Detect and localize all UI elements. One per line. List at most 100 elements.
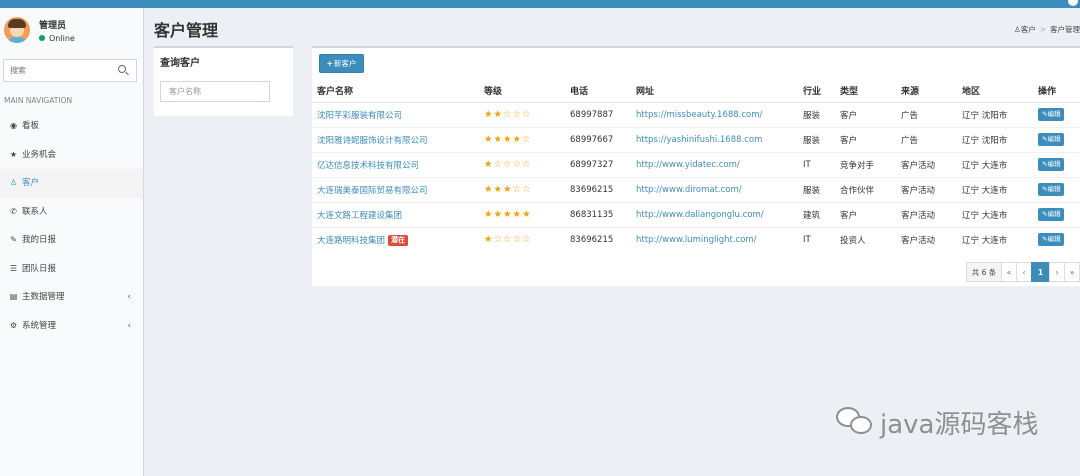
source-cell: 客户活动 <box>896 151 957 177</box>
phone-icon: ✆ <box>10 206 17 216</box>
query-title: 查询客户 <box>160 58 200 69</box>
star-rating: ★★★★☆ <box>484 134 532 145</box>
page-button-current[interactable]: 1 <box>1031 262 1050 282</box>
type-cell: 客户 <box>835 126 896 152</box>
table-row: 亿达信息技术科技有限公司 ★☆☆☆☆ 68997327 http://www.yida… <box>312 151 1080 177</box>
edit-button[interactable]: ✎编辑 <box>1038 133 1065 146</box>
customer-name-input[interactable] <box>161 82 269 101</box>
industry-cell: IT <box>798 226 835 252</box>
edit-button[interactable]: ✎编辑 <box>1038 183 1065 196</box>
action-cell: ✎编辑 <box>1033 201 1080 227</box>
sidebar-item-label: 主数据管理 <box>22 292 65 302</box>
action-cell: ✎编辑 <box>1033 226 1080 252</box>
industry-cell: IT <box>798 151 835 177</box>
sidebar-item-0[interactable]: ◉ 看板 <box>0 112 143 141</box>
last-page-button[interactable]: » <box>1064 262 1080 282</box>
breadcrumb-item-customers[interactable]: 客户 <box>1021 25 1036 34</box>
edit-button-label: 编辑 <box>1047 160 1061 168</box>
customer-name-link[interactable]: 沈阳雅诗妮服饰设计有限公司 <box>317 136 428 146</box>
customer-name-link[interactable]: 沈阳芊彩服装有限公司 <box>317 111 402 121</box>
user-status: Online <box>39 34 75 43</box>
action-cell: ✎编辑 <box>1033 126 1080 152</box>
edit-button-label: 编辑 <box>1047 235 1061 244</box>
user-status-label: Online <box>49 34 75 43</box>
sidebar-item-label: 看板 <box>22 121 40 131</box>
url-link[interactable]: http://www.daliangonglu.com/ <box>631 201 798 227</box>
sidebar-item-3[interactable]: ✆ 联系人 <box>0 198 143 227</box>
edit-button[interactable]: ✎编辑 <box>1038 233 1065 247</box>
sidebar-item-2[interactable]: ♙ 客户 <box>0 169 143 198</box>
customer-table: 客户名称 等级 电话 网址 行业 类型 来源 地区 操作 沈阳芊彩服装有限公司 ★★☆☆☆ 6899… <box>312 80 1080 252</box>
sidebar-item-label: 我的日报 <box>22 235 57 245</box>
region-cell: 辽宁 大连市 <box>957 226 1033 252</box>
customer-name-cell: 沈阳芊彩服装有限公司 <box>312 101 479 127</box>
next-page-button[interactable]: › <box>1049 262 1065 282</box>
url-link[interactable]: http://www.yidatec.com/ <box>631 151 798 177</box>
breadcrumb: ♙客户 > 客户管理 <box>1014 24 1080 35</box>
industry-cell: 建筑 <box>798 201 835 227</box>
sidebar-item-4[interactable]: ✎ 我的日报 <box>0 226 143 255</box>
sidebar-item-6[interactable]: ▤ 主数据管理 ‹ <box>0 283 143 312</box>
customer-list-panel: +新客户 客户名称 等级 电话 网址 行业 类型 来源 地区 操作 沈阳芊彩服装有限公司 ★★☆☆… <box>312 46 1080 286</box>
search-icon[interactable] <box>118 65 126 73</box>
column-header: 来源 <box>896 80 957 103</box>
source-cell: 客户活动 <box>896 226 957 252</box>
prev-page-button[interactable]: ‹ <box>1016 262 1032 282</box>
customer-name-link[interactable]: 亿达信息技术科技有限公司 <box>317 161 419 171</box>
user-panel: 管理员 Online <box>0 8 143 56</box>
sidebar-item-label: 业务机会 <box>22 149 57 160</box>
wechat-icon <box>836 405 876 437</box>
region-cell: 辽宁 沈阳市 <box>957 101 1033 127</box>
table-row: 沈阳雅诗妮服饰设计有限公司 ★★★★☆ 68997667 https://yashin… <box>312 126 1080 152</box>
edit-button-label: 编辑 <box>1047 210 1061 218</box>
plus-icon: + <box>326 59 333 68</box>
breadcrumb-separator: > <box>1039 25 1046 34</box>
region-cell: 辽宁 沈阳市 <box>957 126 1033 152</box>
chevron-left-icon: ‹ <box>127 320 131 331</box>
rating-cell: ★★★★★ <box>479 201 565 227</box>
edit-button[interactable]: ✎编辑 <box>1038 158 1065 171</box>
url-link[interactable]: https://yashinifushi.1688.com <box>631 126 798 152</box>
region-cell: 辽宁 大连市 <box>957 176 1033 202</box>
customer-name-link[interactable]: 大连路明科技集团 <box>317 236 385 246</box>
source-cell: 广告 <box>896 126 957 152</box>
edit-button[interactable]: ✎编辑 <box>1038 108 1065 121</box>
search-input[interactable] <box>4 60 109 81</box>
url-link[interactable]: https://missbeauty.1688.com/ <box>631 101 798 127</box>
sidebar-item-5[interactable]: ☰ 团队日报 <box>0 255 143 284</box>
customer-name-link[interactable]: 大连文路工程建设集团 <box>317 211 402 221</box>
url-link[interactable]: http://www.luminglight.com/ <box>631 226 798 252</box>
action-cell: ✎编辑 <box>1033 176 1080 202</box>
customer-name-link[interactable]: 大连瑞美泰国际贸易有限公司 <box>317 186 428 196</box>
list-icon: ☰ <box>9 263 18 273</box>
edit-button[interactable]: ✎编辑 <box>1038 208 1065 221</box>
rating-cell: ★☆☆☆☆ <box>479 151 565 177</box>
user-name: 管理员 <box>39 21 67 31</box>
customer-name-cell: 大连文路工程建设集团 <box>312 201 479 227</box>
source-cell: 客户活动 <box>896 176 957 202</box>
table-row: 大连路明科技集团 潜在 ★☆☆☆☆ 83696215 http://www.luming… <box>312 226 1080 252</box>
table-row: 沈阳芊彩服装有限公司 ★★☆☆☆ 68997887 https://missbeaut… <box>312 101 1080 127</box>
rating-cell: ★★☆☆☆ <box>479 101 565 127</box>
rating-cell: ★★★☆☆ <box>479 176 565 202</box>
star-rating: ★★★☆☆ <box>484 184 532 195</box>
star-icon: ★ <box>9 149 18 159</box>
avatar-dot[interactable] <box>1068 0 1078 6</box>
first-page-button[interactable]: « <box>1001 262 1017 282</box>
sidebar-item-1[interactable]: ★ 业务机会 <box>0 141 143 170</box>
star-rating: ★★☆☆☆ <box>484 109 532 120</box>
sidebar: 管理员 Online MAIN NAVIGATION ◉ 看板 ★ 业务机会 ♙ 客户 ✆ 联… <box>0 8 144 476</box>
database-icon: ▤ <box>9 292 18 301</box>
table-row: 大连文路工程建设集团 ★★★★★ 86831135 http://www.dalian… <box>312 201 1080 227</box>
status-badge: 潜在 <box>388 234 409 246</box>
region-cell: 辽宁 大连市 <box>957 151 1033 177</box>
sidebar-item-7[interactable]: ⚙ 系统管理 ‹ <box>0 312 143 341</box>
customer-name-cell: 大连瑞美泰国际贸易有限公司 <box>312 176 479 202</box>
phone-cell: 83696215 <box>565 176 631 202</box>
url-link[interactable]: http://www.diromat.com/ <box>631 176 798 202</box>
type-cell: 竞争对手 <box>835 151 896 177</box>
column-header: 客户名称 <box>312 80 479 103</box>
source-cell: 客户活动 <box>896 201 957 227</box>
new-customer-button[interactable]: +新客户 <box>319 54 364 73</box>
dashboard-icon: ◉ <box>10 121 17 130</box>
